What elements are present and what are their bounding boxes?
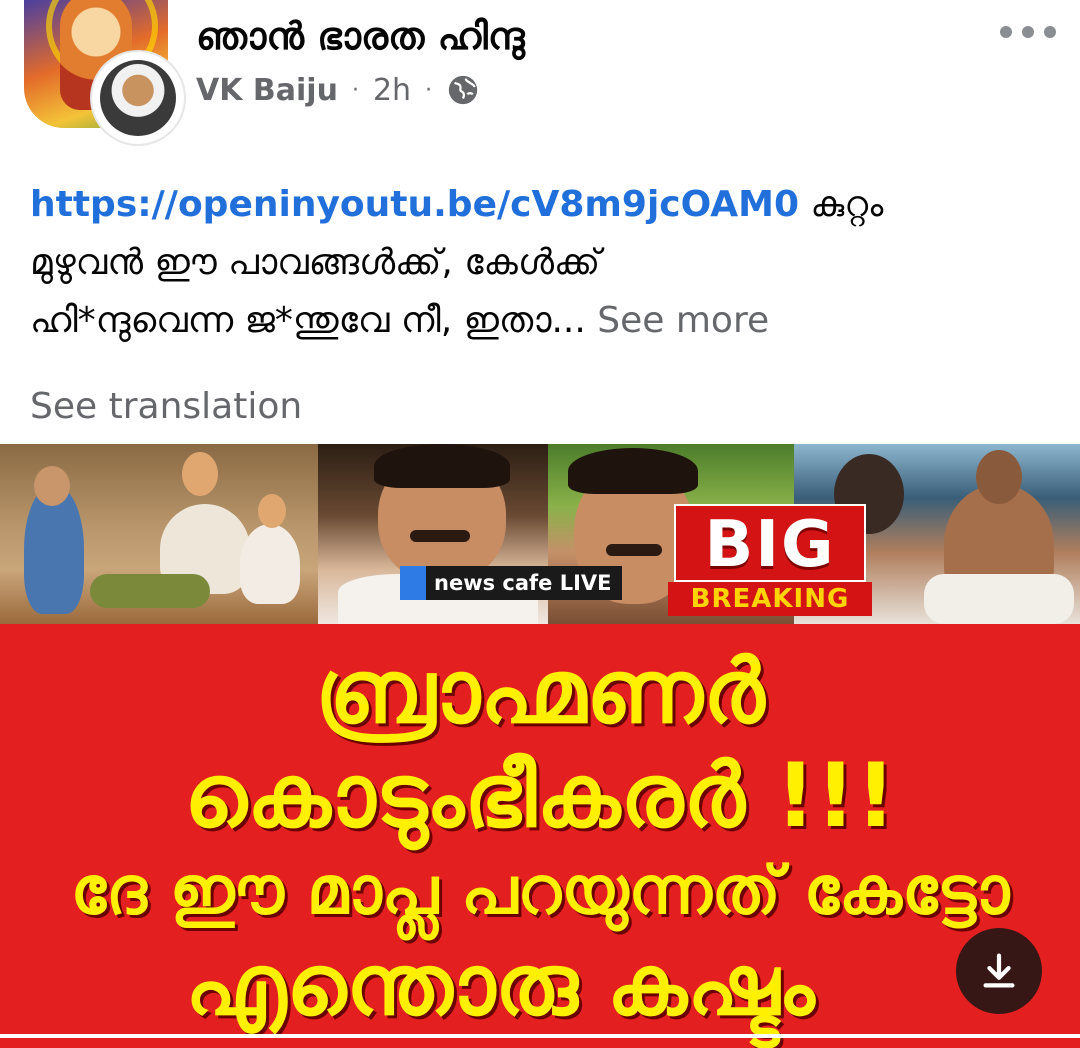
dot bbox=[1000, 26, 1012, 38]
post-time[interactable]: 2h bbox=[373, 73, 411, 108]
user-photo bbox=[100, 60, 176, 136]
dot bbox=[1044, 26, 1056, 38]
see-more-link[interactable]: See more bbox=[597, 300, 769, 341]
more-options-icon[interactable] bbox=[1000, 14, 1056, 50]
post-meta: VK Baiju · 2h · bbox=[196, 68, 480, 112]
author-name[interactable]: VK Baiju bbox=[196, 73, 338, 108]
see-translation-link[interactable]: See translation bbox=[30, 386, 302, 427]
meta-separator: · bbox=[351, 77, 359, 103]
headline-line-4: എന്തൊരു കഷ്ടം bbox=[185, 936, 815, 1034]
globe-icon bbox=[448, 75, 478, 105]
headline-line-3: ദേ ഈ മാപ്ല പറയുന്നത് കേട്ടോ bbox=[70, 852, 1010, 929]
dot bbox=[1022, 26, 1034, 38]
big-breaking-badge: BIG BREAKING bbox=[668, 504, 872, 616]
meta-separator: · bbox=[425, 77, 433, 103]
painting-photo bbox=[0, 444, 318, 624]
group-name[interactable]: ഞാൻ ഭാരത ഹിന്ദു bbox=[196, 14, 525, 59]
news-channel-tag: news cafe LIVE bbox=[400, 566, 622, 600]
post-image[interactable]: news cafe LIVE BIG BREAKING ബ്രാഹ്മണർ കൊ… bbox=[0, 444, 1080, 1048]
headline-line-2: കൊടുംഭീകരർ !!! bbox=[184, 744, 896, 847]
post-text-line1: കുറ്റം bbox=[799, 184, 884, 225]
post-link[interactable]: https://openinyoutu.be/cV8m9jcOAM0 bbox=[30, 184, 799, 225]
image-bottom-divider bbox=[0, 1034, 1080, 1038]
download-button[interactable] bbox=[956, 928, 1042, 1014]
headline-line-1: ബ്രാഹ്മണർ bbox=[315, 640, 765, 743]
post-text-line2: മുഴുവൻ ഈ പാവങ്ങൾക്ക്, കേൾക്ക് bbox=[30, 242, 601, 283]
news-tag-label: news cafe LIVE bbox=[434, 571, 612, 595]
post-body: https://openinyoutu.be/cV8m9jcOAM0 കുറ്റ… bbox=[30, 176, 1050, 350]
post-text-line3: ഹി*ന്ദുവെന്ന ജ*ന്തുവേ നീ, ഇതാ... bbox=[30, 300, 586, 341]
live-indicator bbox=[400, 566, 426, 600]
big-label: BIG bbox=[674, 504, 866, 582]
download-icon bbox=[983, 953, 1015, 988]
user-avatar[interactable] bbox=[92, 52, 184, 144]
breaking-label: BREAKING bbox=[668, 582, 872, 616]
